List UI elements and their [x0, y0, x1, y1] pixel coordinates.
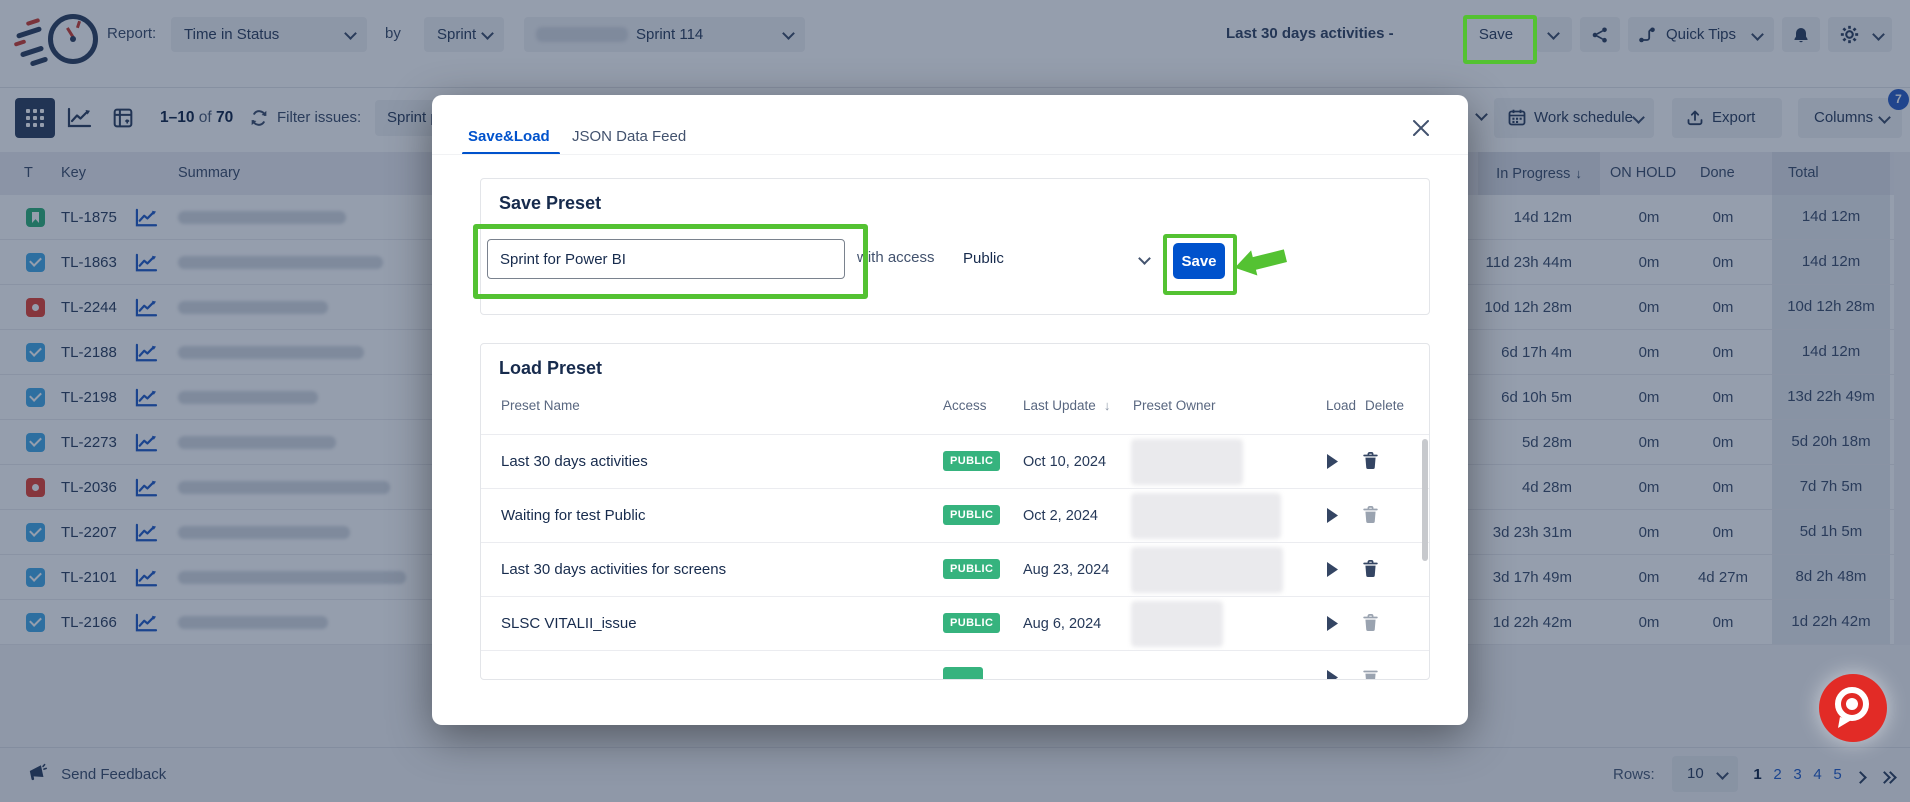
chevron-down-icon — [1138, 252, 1151, 265]
save-load-modal: Save&Load JSON Data Feed Save Preset wit… — [432, 95, 1468, 725]
with-access-label: with access — [857, 249, 935, 266]
last-update-date: Aug 6, 2024 — [1023, 597, 1101, 651]
trash-icon — [1362, 559, 1379, 578]
access-value: Public — [963, 250, 1004, 267]
preset-name: Last 30 days activities for screens — [501, 543, 726, 597]
trash-icon — [1362, 451, 1379, 470]
load-preset-play-button[interactable] — [1324, 560, 1342, 580]
app: Report: Time in Status by Sprint Sprint … — [0, 0, 1910, 802]
delete-preset-button[interactable] — [1362, 559, 1379, 579]
preset-row-partial — [481, 650, 1429, 680]
access-badge — [943, 667, 983, 680]
access-badge: PUBLIC — [943, 451, 1000, 471]
play-icon — [1324, 560, 1340, 579]
last-update-date: Oct 2, 2024 — [1023, 489, 1098, 543]
access-badge: PUBLIC — [943, 505, 1000, 525]
access-badge: PUBLIC — [943, 613, 1000, 633]
trash-icon — [1362, 505, 1379, 524]
load-preset-play-button[interactable] — [1324, 614, 1342, 634]
annotation-box-preset-input — [473, 224, 868, 299]
save-preset-title: Save Preset — [499, 193, 601, 214]
column-header-delete: Delete — [1365, 398, 1404, 413]
preset-list: Last 30 days activities PUBLIC Oct 10, 2… — [481, 434, 1429, 650]
delete-preset-button[interactable] — [1362, 451, 1379, 471]
preset-row: Last 30 days activities for screens PUBL… — [481, 542, 1429, 596]
load-preset-title: Load Preset — [499, 358, 602, 379]
load-preset-play-button[interactable] — [1324, 452, 1342, 472]
blurred-owner — [1131, 493, 1281, 539]
support-chat-widget[interactable] — [1819, 674, 1887, 742]
column-header-last-update[interactable]: Last Update — [1023, 398, 1110, 413]
preset-row: Last 30 days activities PUBLIC Oct 10, 2… — [481, 434, 1429, 488]
last-update-date: Oct 10, 2024 — [1023, 435, 1106, 489]
tab-divider — [432, 154, 1468, 155]
preset-name: Last 30 days activities — [501, 435, 648, 489]
play-icon — [1324, 506, 1340, 525]
delete-preset-button[interactable] — [1362, 613, 1379, 633]
preset-name: Waiting for test Public — [501, 489, 646, 543]
blurred-owner — [1131, 547, 1283, 593]
load-preset-play-button[interactable] — [1324, 506, 1342, 526]
blurred-owner — [1131, 439, 1243, 485]
column-header-preset-owner[interactable]: Preset Owner — [1133, 398, 1216, 413]
delete-preset-button[interactable] — [1362, 505, 1379, 525]
annotation-box-header-save — [1463, 15, 1537, 64]
column-header-preset-name[interactable]: Preset Name — [501, 398, 580, 413]
play-icon — [1324, 668, 1340, 680]
tab-save-load[interactable]: Save&Load — [468, 128, 550, 145]
preset-row: Waiting for test Public PUBLIC Oct 2, 20… — [481, 488, 1429, 542]
close-button[interactable] — [1408, 115, 1434, 141]
last-update-date: Aug 23, 2024 — [1023, 543, 1109, 597]
play-icon — [1324, 452, 1340, 471]
annotation-box-save-button — [1163, 234, 1237, 295]
close-icon — [1408, 115, 1434, 141]
access-select[interactable]: Public — [963, 241, 1163, 277]
preset-name: SLSC VITALII_issue — [501, 597, 637, 651]
load-preset-play-button[interactable] — [1324, 668, 1342, 680]
trash-icon — [1362, 667, 1379, 680]
delete-preset-button[interactable] — [1362, 667, 1379, 680]
load-preset-card: Load Preset Preset Name Access Last Upda… — [480, 343, 1430, 680]
preset-list-scrollbar[interactable] — [1422, 439, 1428, 561]
column-header-load: Load — [1326, 398, 1356, 413]
tab-json-data-feed[interactable]: JSON Data Feed — [572, 128, 686, 145]
column-header-access[interactable]: Access — [943, 398, 987, 413]
preset-row: SLSC VITALII_issue PUBLIC Aug 6, 2024 — [481, 596, 1429, 650]
access-badge: PUBLIC — [943, 559, 1000, 579]
play-icon — [1324, 614, 1340, 633]
blurred-owner — [1131, 601, 1223, 647]
trash-icon — [1362, 613, 1379, 632]
